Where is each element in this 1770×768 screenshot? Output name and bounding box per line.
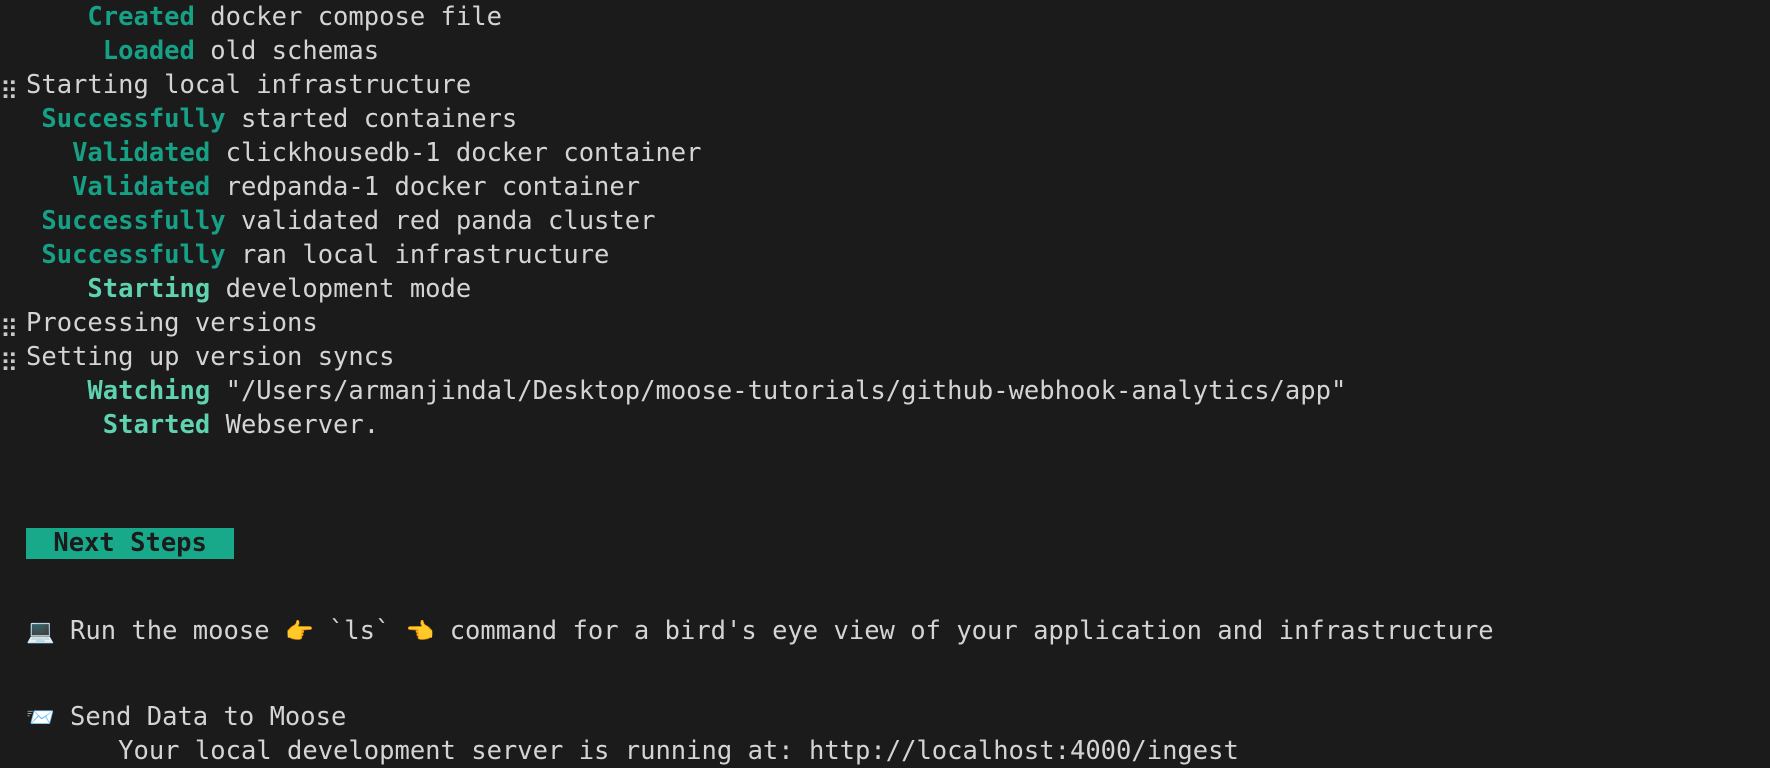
output-spacer — [0, 682, 1770, 700]
inbox-tray-emoji: 📨 — [26, 705, 55, 731]
log-message-started-webserver: Webserver. — [210, 410, 380, 440]
log-indent — [26, 240, 41, 270]
log-line-watching-app-directory: Watching "/Users/armanjindal/Desktop/moo… — [0, 374, 1770, 408]
log-label-started: Started — [102, 410, 211, 440]
output-spacer — [0, 596, 1770, 614]
step-text-before: Run the moose — [54, 616, 285, 646]
log-line-started-webserver: Started Webserver. — [0, 408, 1770, 442]
log-line-successfully-validated-cluster: Successfully validated red panda cluster — [0, 204, 1770, 238]
log-label-watching: Watching — [87, 376, 211, 406]
output-spacer — [0, 510, 1770, 528]
log-label-validated-redpanda: Validated — [72, 172, 211, 202]
log-line-created-docker-compose: Created docker compose file — [0, 0, 1770, 34]
terminal-output: Created docker compose file Loaded old s… — [0, 0, 1770, 768]
log-label-created: Created — [87, 2, 195, 32]
log-label-loaded: Loaded — [102, 36, 195, 66]
spinner-icon: ⣶ — [0, 342, 19, 371]
next-step-local-server-detail: Your local development server is running… — [0, 734, 1770, 768]
output-spacer — [0, 442, 1770, 476]
step-title-send-data: Send Data to Moose — [54, 702, 347, 732]
step-detail-local-server-url: Your local development server is running… — [118, 736, 1239, 766]
log-indent — [26, 172, 72, 202]
pointing-left-emoji: 👈 — [405, 619, 435, 645]
log-message-successfully-validated: validated red panda cluster — [225, 206, 656, 236]
log-line-processing-versions: ⣶ Processing versions — [0, 306, 1770, 340]
log-indent — [26, 138, 72, 168]
log-indent — [26, 2, 87, 32]
next-step-send-data-to-moose: 📨 Send Data to Moose — [0, 700, 1770, 734]
log-line-validated-clickhousedb: Validated clickhousedb-1 docker containe… — [0, 136, 1770, 170]
output-spacer — [0, 648, 1770, 682]
log-line-successfully-started-containers: Successfully started containers — [0, 102, 1770, 136]
next-steps-header: Next Steps — [0, 528, 1770, 562]
log-label-successfully-validated: Successfully — [41, 206, 226, 236]
log-message-successfully-started: started containers — [225, 104, 518, 134]
laptop-emoji: 💻 — [26, 619, 55, 645]
log-message-setting-up-version-syncs: Setting up version syncs — [26, 342, 395, 372]
log-message-processing-versions: Processing versions — [26, 308, 318, 338]
log-message-watching-path: "/Users/armanjindal/Desktop/moose-tutori… — [210, 376, 1347, 406]
log-message-successfully-ran: ran local infrastructure — [225, 240, 610, 270]
log-label-validated-clickhousedb: Validated — [72, 138, 211, 168]
log-label-starting-dev-mode: Starting — [87, 274, 211, 304]
log-indent — [26, 410, 103, 440]
pointing-right-emoji: 👉 — [284, 619, 314, 645]
terminal-window: Created docker compose file Loaded old s… — [0, 0, 1770, 766]
log-message-loaded: old schemas — [194, 36, 380, 66]
log-label-successfully-ran: Successfully — [41, 240, 226, 270]
log-message-starting-local-infrastructure: Starting local infrastructure — [26, 70, 472, 100]
log-indent — [26, 274, 87, 304]
log-message-validated-redpanda: redpanda-1 docker container — [210, 172, 641, 202]
step-command-ls: `ls` — [313, 616, 406, 646]
spinner-icon: ⣶ — [0, 308, 19, 337]
log-indent — [26, 376, 87, 406]
log-line-successfully-ran-infrastructure: Successfully ran local infrastructure — [0, 238, 1770, 272]
output-spacer — [0, 476, 1770, 510]
next-step-run-moose-ls: 💻 Run the moose 👉 `ls` 👈 command for a b… — [0, 614, 1770, 648]
log-indent — [26, 104, 41, 134]
log-message-created: docker compose file — [194, 2, 502, 32]
log-line-loaded-old-schemas: Loaded old schemas — [0, 34, 1770, 68]
spinner-icon: ⣶ — [0, 70, 19, 99]
log-line-setting-up-version-syncs: ⣶ Setting up version syncs — [0, 340, 1770, 374]
log-message-validated-clickhousedb: clickhousedb-1 docker container — [210, 138, 702, 168]
step-detail-indent — [26, 736, 118, 766]
output-spacer — [0, 562, 1770, 596]
log-message-starting-dev-mode: development mode — [210, 274, 472, 304]
log-label-successfully-started: Successfully — [41, 104, 226, 134]
log-line-starting-local-infrastructure: ⣶ Starting local infrastructure — [0, 68, 1770, 102]
log-indent — [26, 36, 103, 66]
log-line-starting-development-mode: Starting development mode — [0, 272, 1770, 306]
next-steps-badge: Next Steps — [26, 528, 235, 559]
log-indent — [26, 206, 41, 236]
log-line-validated-redpanda: Validated redpanda-1 docker container — [0, 170, 1770, 204]
step-text-after: command for a bird's eye view of your ap… — [434, 616, 1494, 646]
